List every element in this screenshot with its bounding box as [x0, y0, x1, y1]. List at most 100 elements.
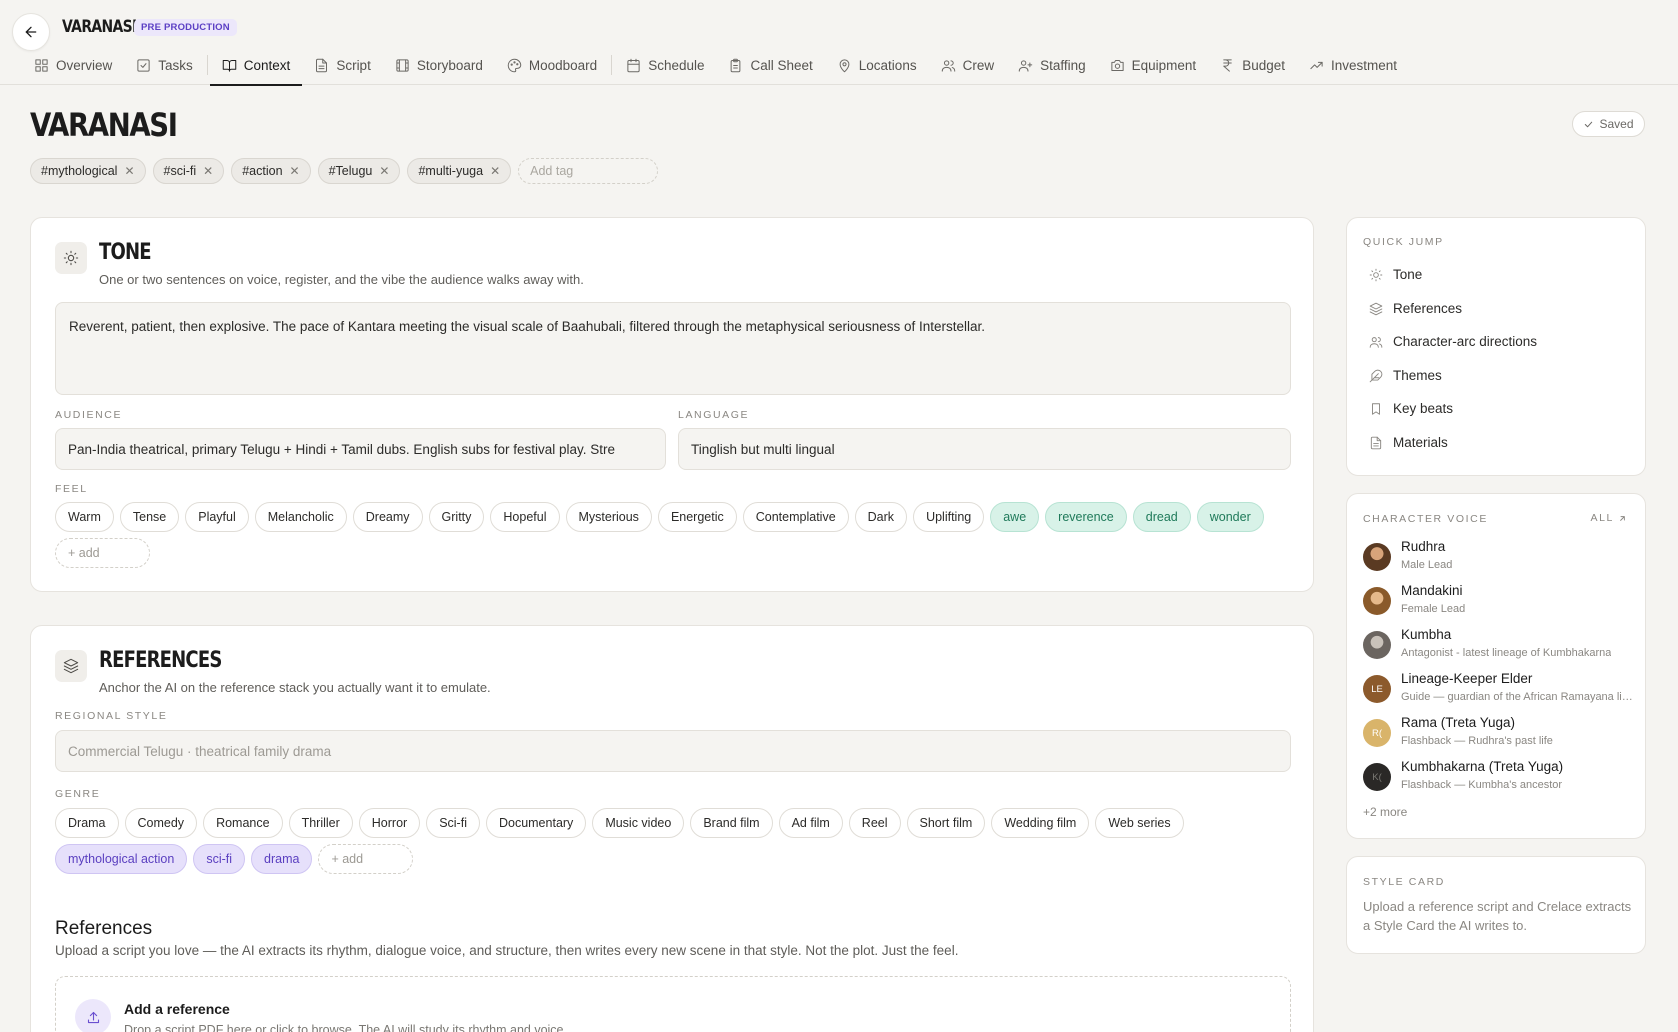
references-description: Upload a script you love — the AI extrac…	[55, 943, 959, 958]
character-item[interactable]: Rudhra Male Lead	[1363, 539, 1633, 579]
feel-chip[interactable]: Mysterious	[565, 502, 652, 532]
layers-icon	[1369, 302, 1383, 315]
more-characters-link[interactable]: +2 more	[1363, 805, 1407, 819]
tag-chip[interactable]: #Telugu ✕	[317, 158, 401, 184]
jump-label: Character-arc directions	[1393, 334, 1538, 349]
tab-equipment[interactable]: Equipment	[1098, 46, 1209, 85]
clipboard-icon	[731, 58, 741, 73]
add-genre-button[interactable]: + add	[318, 844, 414, 874]
quick-jump-label: QUICK JUMP	[1363, 236, 1444, 248]
genre-chip[interactable]: Short film	[906, 808, 986, 838]
tab-crew[interactable]: Crew	[929, 46, 1007, 85]
feel-chip-selected[interactable]: awe	[990, 502, 1040, 532]
remove-tag-icon[interactable]: ✕	[124, 164, 134, 178]
jump-character-arc[interactable]: Character-arc directions	[1369, 334, 1537, 349]
jump-tone[interactable]: Tone	[1369, 267, 1422, 282]
tone-textarea[interactable]: Reverent, patient, then explosive. The p…	[55, 302, 1291, 395]
tag-list: #mythological ✕ #sci-fi ✕ #action ✕ #Telugu…	[30, 158, 659, 184]
feel-chip[interactable]: Gritty	[428, 502, 485, 532]
remove-tag-icon[interactable]: ✕	[290, 164, 300, 178]
sun-icon	[63, 250, 79, 266]
genre-chip[interactable]: Horror	[358, 808, 421, 838]
feel-chip[interactable]: Warm	[55, 502, 114, 532]
remove-tag-icon[interactable]: ✕	[379, 164, 389, 178]
tab-tasks[interactable]: Tasks	[124, 46, 205, 85]
feel-chip[interactable]: Hopeful	[490, 502, 560, 532]
genre-chip[interactable]: Brand film	[690, 808, 773, 838]
character-role: Flashback — Rudhra's past life	[1401, 735, 1553, 747]
tab-locations[interactable]: Locations	[825, 46, 929, 85]
tab-call-sheet[interactable]: Call Sheet	[716, 46, 824, 85]
genre-chip-selected[interactable]: mythological action	[55, 844, 188, 874]
audience-label: AUDIENCE	[55, 409, 123, 421]
grid-icon	[35, 59, 48, 72]
tone-subtitle: One or two sentences on voice, register,…	[99, 272, 584, 287]
feel-chip[interactable]: Dreamy	[352, 502, 423, 532]
genre-chip[interactable]: Sci-fi	[426, 808, 480, 838]
character-item[interactable]: Kumbha Antagonist - latest lineage of Ku…	[1363, 627, 1633, 667]
avatar: R(	[1363, 719, 1391, 747]
tab-budget[interactable]: Budget	[1208, 46, 1297, 85]
tab-storyboard[interactable]: Storyboard	[383, 46, 495, 85]
tab-moodboard[interactable]: Moodboard	[495, 46, 609, 85]
feel-chip[interactable]: Contemplative	[742, 502, 849, 532]
references-section-icon	[55, 650, 87, 682]
genre-chip[interactable]: Romance	[203, 808, 283, 838]
tag-chip[interactable]: #mythological ✕	[30, 158, 146, 184]
document-icon	[1370, 436, 1382, 449]
genre-chip[interactable]: Wedding film	[991, 808, 1090, 838]
jump-themes[interactable]: Themes	[1369, 368, 1442, 383]
tag-chip[interactable]: #action ✕	[231, 158, 311, 184]
genre-chip-selected[interactable]: sci-fi	[193, 844, 246, 874]
feel-chip-selected[interactable]: wonder	[1196, 502, 1264, 532]
genre-chip-selected[interactable]: drama	[251, 844, 313, 874]
jump-materials[interactable]: Materials	[1369, 435, 1448, 450]
jump-references[interactable]: References	[1369, 301, 1462, 316]
add-tag-input[interactable]	[518, 158, 659, 184]
feel-chip[interactable]: Dark	[854, 502, 908, 532]
feel-chip[interactable]: Melancholic	[254, 502, 347, 532]
top-bar: VARANASI PRE PRODUCTION Overview Tasks C…	[0, 0, 1678, 86]
feel-chip-selected[interactable]: reverence	[1045, 502, 1127, 532]
genre-chip[interactable]: Web series	[1095, 808, 1184, 838]
feel-chip[interactable]: Uplifting	[913, 502, 985, 532]
genre-chip[interactable]: Drama	[55, 808, 119, 838]
tag-chip[interactable]: #sci-fi ✕	[152, 158, 225, 184]
genre-chip[interactable]: Comedy	[124, 808, 198, 838]
character-item[interactable]: R( Rama (Treta Yuga) Flashback — Rudhra'…	[1363, 715, 1633, 755]
style-card-label: STYLE CARD	[1363, 876, 1445, 888]
tab-investment[interactable]: Investment	[1297, 46, 1409, 85]
feel-chip[interactable]: Energetic	[657, 502, 737, 532]
feel-chip-selected[interactable]: dread	[1132, 502, 1191, 532]
genre-chip[interactable]: Thriller	[288, 808, 353, 838]
character-item[interactable]: Mandakini Female Lead	[1363, 583, 1633, 623]
tag-chip[interactable]: #multi-yuga ✕	[407, 158, 512, 184]
character-item[interactable]: LE Lineage-Keeper Elder Guide — guardian…	[1363, 671, 1633, 711]
character-name: Rudhra	[1401, 539, 1446, 554]
genre-chip[interactable]: Reel	[848, 808, 901, 838]
jump-key-beats[interactable]: Key beats	[1369, 401, 1453, 416]
regional-style-input[interactable]: Commercial Telugu · theatrical family dr…	[55, 730, 1291, 772]
tab-schedule[interactable]: Schedule	[614, 46, 716, 85]
character-voice-panel: CHARACTER VOICE ALL Rudhra Male Lead Man…	[1346, 493, 1646, 839]
reference-drop-zone[interactable]: Add a reference Drop a script PDF here o…	[55, 976, 1291, 1032]
add-feel-button[interactable]: + add	[55, 538, 150, 568]
feel-chip[interactable]: Playful	[185, 502, 249, 532]
language-input[interactable]: Tinglish but multi lingual	[678, 428, 1291, 470]
remove-tag-icon[interactable]: ✕	[203, 164, 213, 178]
remove-tag-icon[interactable]: ✕	[490, 164, 500, 178]
all-characters-link[interactable]: ALL	[1591, 512, 1627, 524]
character-item[interactable]: K( Kumbhakarna (Treta Yuga) Flashback — …	[1363, 759, 1633, 799]
genre-chip[interactable]: Ad film	[778, 808, 843, 838]
genre-chip[interactable]: Documentary	[485, 808, 587, 838]
tag-label: #sci-fi	[163, 164, 197, 178]
saved-status-button[interactable]: Saved	[1572, 111, 1645, 137]
character-name: Kumbha	[1401, 627, 1452, 642]
tab-overview[interactable]: Overview	[22, 46, 124, 85]
tab-context[interactable]: Context	[209, 46, 303, 86]
audience-input[interactable]: Pan-India theatrical, primary Telugu + H…	[55, 428, 666, 470]
tab-staffing[interactable]: Staffing	[1006, 46, 1098, 85]
feel-chip[interactable]: Tense	[119, 502, 180, 532]
tab-script[interactable]: Script	[302, 46, 383, 85]
genre-chip[interactable]: Music video	[592, 808, 685, 838]
